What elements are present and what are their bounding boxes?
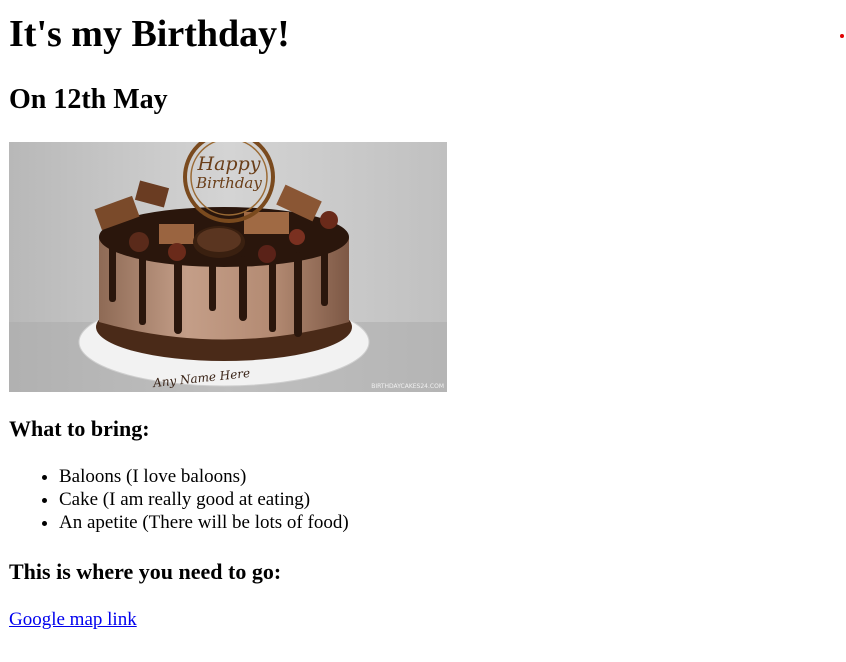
birthday-cake-image: Happy Birthday Any Name Here BIRTHDAYCAK… (9, 142, 447, 392)
cake-illustration: Happy Birthday Any Name Here BIRTHDAYCAK… (9, 142, 447, 392)
topper-text-happy: Happy (197, 153, 261, 175)
image-watermark: BIRTHDAYCAKES24.COM (371, 383, 444, 390)
date-heading: On 12th May (9, 84, 168, 115)
page-title: It's my Birthday! (9, 13, 290, 55)
red-dot-marker (840, 34, 844, 38)
topper-text-birthday: Birthday (195, 174, 262, 192)
google-map-link[interactable]: Google map link (9, 608, 137, 632)
list-item: An apetite (There will be lots of food) (59, 511, 349, 534)
list-item: Baloons (I love baloons) (59, 465, 349, 488)
bring-list: Baloons (I love baloons) Cake (I am real… (9, 465, 349, 534)
list-item: Cake (I am really good at eating) (59, 488, 349, 511)
what-to-bring-heading: What to bring: (9, 416, 150, 441)
location-heading: This is where you need to go: (9, 559, 282, 584)
